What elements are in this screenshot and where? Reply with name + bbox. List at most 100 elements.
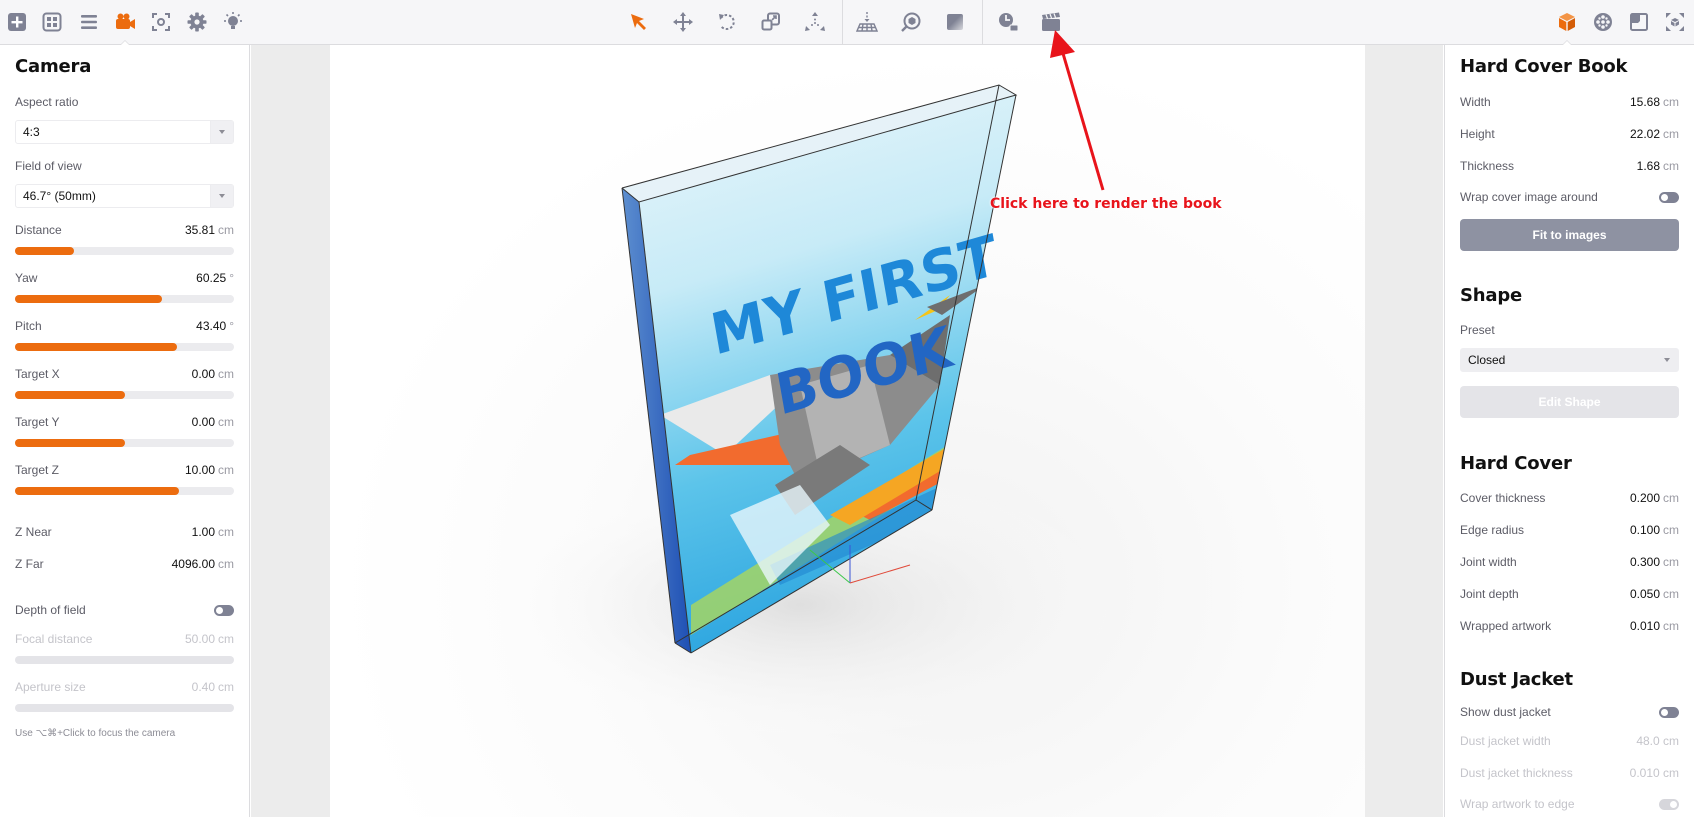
slider-fill[interactable] [15, 295, 162, 303]
scene-list-button[interactable] [75, 8, 103, 36]
slider-value: 0.00 [191, 415, 215, 429]
add-button[interactable] [3, 8, 31, 36]
show-dust-jacket-label: Show dust jacket [1460, 705, 1551, 719]
materials-button[interactable] [1589, 8, 1617, 36]
slider-fill[interactable] [15, 391, 125, 399]
slider-track[interactable] [15, 295, 234, 303]
select-arrow-icon [631, 14, 646, 30]
slider-row: Target Y 0.00 cm [15, 415, 234, 429]
width-field[interactable]: 15.68 cm [1630, 95, 1679, 109]
book-3d-model[interactable]: MY FIRST BOOK [330, 45, 1365, 817]
unit-label: cm [218, 415, 234, 429]
settings-button[interactable] [183, 8, 211, 36]
wrap-cover-toggle[interactable] [1659, 192, 1679, 203]
preset-select[interactable]: Closed [1460, 348, 1679, 372]
hard-cover-row: Wrapped artwork 0.010 cm [1460, 619, 1679, 633]
dust-jacket-thickness-value[interactable]: 0.010 cm [1630, 766, 1679, 780]
camera-panel: Camera Aspect ratio 4:3 Field of view 46… [0, 45, 250, 817]
property-value-field[interactable]: 0.300 cm [1630, 555, 1679, 569]
fullscreen-button[interactable] [1661, 8, 1689, 36]
slider-track[interactable] [15, 391, 234, 399]
slider-fill[interactable] [15, 439, 125, 447]
rotate-tool-button[interactable] [713, 8, 741, 36]
fov-label: Field of view [15, 159, 82, 173]
layout-button[interactable] [38, 8, 66, 36]
dof-toggle[interactable] [214, 605, 234, 616]
slider-value-field[interactable]: 35.81 cm [185, 223, 234, 237]
height-value: 22.02 [1629, 127, 1660, 141]
toolbar-divider [982, 0, 983, 44]
property-value-field[interactable]: 0.200 cm [1630, 491, 1679, 505]
z-far-value: 4096.00 [171, 557, 215, 571]
slider-label: Target Z [15, 463, 60, 477]
wrap-artwork-toggle[interactable] [1659, 799, 1679, 810]
z-near-field[interactable]: 1.00 cm [192, 525, 234, 539]
chevron-down-icon [210, 121, 233, 143]
property-value: 0.050 [1629, 587, 1660, 601]
slider-label: Pitch [15, 319, 42, 333]
slider-fill[interactable] [15, 487, 180, 495]
slider-value-field[interactable]: 10.00 cm [185, 463, 234, 477]
property-value-field[interactable]: 0.010 cm [1630, 619, 1679, 633]
ground-plane-button[interactable] [853, 8, 881, 36]
slider-track[interactable] [15, 439, 234, 447]
focal-distance-slider[interactable] [15, 656, 234, 664]
render-frame[interactable]: MY FIRST BOOK [330, 45, 1365, 817]
focus-button[interactable] [147, 8, 175, 36]
slider-value: 35.81 [184, 223, 215, 237]
chevron-down-icon [1655, 349, 1678, 371]
slider-value-field[interactable]: 60.25 ° [196, 271, 234, 285]
slider-track[interactable] [15, 343, 234, 351]
edit-shape-button[interactable]: Edit Shape [1460, 386, 1679, 418]
scheduled-render-button[interactable] [994, 8, 1022, 36]
slider-value-field[interactable]: 0.00 cm [192, 367, 234, 381]
move-tool-button[interactable] [669, 8, 697, 36]
property-value: 0.200 [1629, 491, 1660, 505]
select-tool-button[interactable] [625, 8, 653, 36]
slider-value-field[interactable]: 0.00 cm [192, 415, 234, 429]
focal-distance-label: Focal distance [15, 632, 93, 646]
dust-jacket-width-value[interactable]: 48.0 cm [1636, 734, 1679, 748]
height-field[interactable]: 22.02 cm [1630, 127, 1679, 141]
zoom-to-object-button[interactable] [897, 8, 925, 36]
width-label: Width [1460, 95, 1491, 109]
z-near-label: Z Near [15, 525, 52, 539]
unit-label: cm [1663, 523, 1679, 537]
property-value-field[interactable]: 0.050 cm [1630, 587, 1679, 601]
aperture-slider[interactable] [15, 704, 234, 712]
slider-track[interactable] [15, 247, 234, 255]
explode-tool-button[interactable] [801, 8, 829, 36]
slider-value-field[interactable]: 43.40 ° [196, 319, 234, 333]
lighting-button[interactable] [219, 8, 247, 36]
background-button[interactable] [941, 8, 969, 36]
thickness-field[interactable]: 1.68 cm [1637, 159, 1679, 173]
slider-fill[interactable] [15, 343, 178, 351]
unit-label: cm [1663, 619, 1679, 633]
aspect-ratio-select[interactable]: 4:3 [15, 120, 234, 144]
viewport-canvas[interactable]: MY FIRST BOOK [251, 45, 1443, 817]
unit-label: ° [229, 319, 234, 333]
height-row: Height 22.02 cm [1460, 127, 1679, 141]
property-label: Joint width [1460, 555, 1517, 569]
slider-track[interactable] [15, 487, 234, 495]
clapperboard-icon [1042, 12, 1060, 31]
slider-fill[interactable] [15, 247, 75, 255]
render-button[interactable] [1037, 8, 1065, 36]
material-sphere-icon [1594, 13, 1612, 31]
wrap-artwork-label: Wrap artwork to edge [1460, 797, 1575, 811]
object-button[interactable] [1553, 8, 1581, 36]
chevron-down-icon [210, 185, 233, 207]
dust-jacket-width-row: Dust jacket width 48.0 cm [1460, 734, 1679, 748]
toolbar-divider [842, 0, 843, 44]
property-value-field[interactable]: 0.100 cm [1630, 523, 1679, 537]
aperture-field[interactable]: 0.40 cm [192, 680, 234, 694]
camera-button[interactable] [111, 8, 139, 36]
fit-to-images-button[interactable]: Fit to images [1460, 219, 1679, 251]
focal-distance-field[interactable]: 50.00 cm [185, 632, 234, 646]
fov-select[interactable]: 46.7° (50mm) [15, 184, 234, 208]
camera-icon [116, 13, 135, 29]
z-far-field[interactable]: 4096.00 cm [172, 557, 234, 571]
show-dust-jacket-toggle[interactable] [1659, 707, 1679, 718]
scale-tool-button[interactable] [757, 8, 785, 36]
frame-button[interactable] [1625, 8, 1653, 36]
